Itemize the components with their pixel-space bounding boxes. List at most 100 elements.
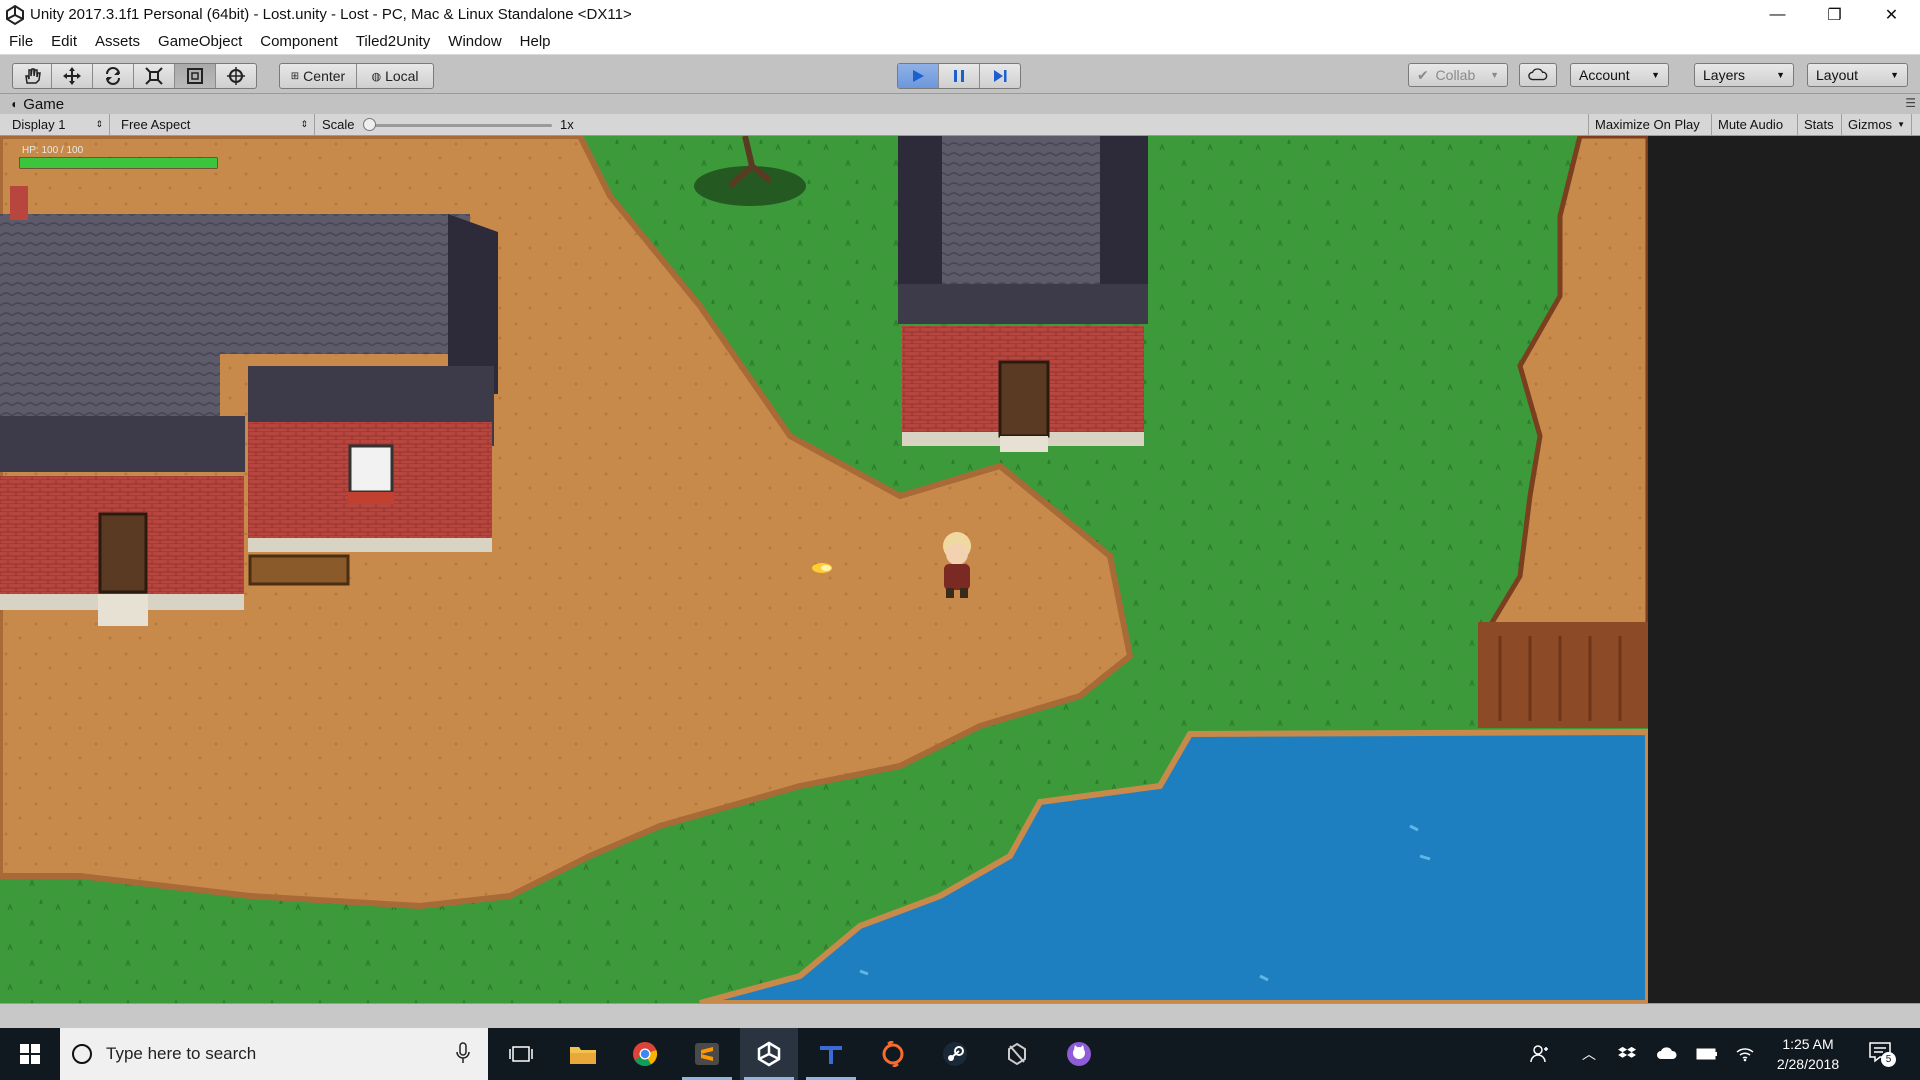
chrome-icon bbox=[633, 1042, 658, 1067]
menu-window[interactable]: Window bbox=[439, 33, 510, 50]
people-button[interactable] bbox=[1524, 1028, 1556, 1080]
taskbar-steam[interactable] bbox=[926, 1028, 984, 1080]
rotate-tool-button[interactable] bbox=[93, 64, 134, 88]
menu-help[interactable]: Help bbox=[511, 33, 560, 50]
layout-dropdown[interactable]: Layout ▼ bbox=[1807, 63, 1908, 87]
account-dropdown[interactable]: Account ▼ bbox=[1570, 63, 1669, 87]
step-icon bbox=[994, 70, 1007, 82]
origin-icon bbox=[882, 1041, 904, 1067]
display-dropdown[interactable]: Display 1 ⇕ bbox=[6, 114, 110, 135]
transform-tool-button[interactable] bbox=[216, 64, 256, 88]
scale-slider[interactable] bbox=[364, 124, 552, 127]
scale-slider-thumb[interactable] bbox=[363, 118, 376, 131]
battery-tray[interactable] bbox=[1692, 1028, 1722, 1080]
maximize-on-play-toggle[interactable]: Maximize On Play bbox=[1588, 114, 1712, 135]
cloud-icon bbox=[1528, 68, 1548, 81]
move-tool-icon bbox=[63, 67, 81, 85]
wifi-tray[interactable] bbox=[1730, 1028, 1760, 1080]
notification-count: 5 bbox=[1881, 1052, 1896, 1067]
pivot-center-button[interactable]: ⊞ Center bbox=[280, 64, 357, 88]
maximize-on-play-label: Maximize On Play bbox=[1595, 117, 1700, 132]
action-center-button[interactable]: 5 bbox=[1868, 1040, 1896, 1071]
dropbox-tray[interactable] bbox=[1612, 1028, 1642, 1080]
taskbar-clock[interactable]: 1:25 AM 2/28/2018 bbox=[1760, 1034, 1856, 1074]
rotate-tool-icon bbox=[106, 67, 120, 85]
menu-component[interactable]: Component bbox=[251, 33, 347, 50]
taskbar-unity[interactable] bbox=[740, 1028, 798, 1080]
player-character bbox=[943, 532, 971, 598]
start-button[interactable] bbox=[0, 1028, 60, 1080]
cortana-icon bbox=[72, 1044, 92, 1064]
search-placeholder: Type here to search bbox=[106, 1044, 257, 1063]
window-title: Unity 2017.3.1f1 Personal (64bit) - Lost… bbox=[30, 6, 632, 23]
scale-label: Scale bbox=[322, 117, 355, 132]
game-viewport[interactable]: HP: 100 / 100 bbox=[0, 136, 1648, 1003]
microphone-icon[interactable] bbox=[456, 1042, 470, 1064]
transform-tools bbox=[12, 63, 257, 89]
pivot-center-label: Center bbox=[303, 68, 346, 84]
close-button[interactable]: ✕ bbox=[1863, 0, 1920, 29]
caret-down-icon: ▼ bbox=[1776, 70, 1785, 80]
chevron-up-icon: ︿ bbox=[1582, 1046, 1596, 1062]
menu-file[interactable]: File bbox=[0, 33, 42, 50]
wifi-icon bbox=[1736, 1048, 1754, 1062]
rect-tool-icon bbox=[187, 68, 203, 84]
updown-icon: ⇕ bbox=[300, 119, 308, 129]
pivot-center-icon: ⊞ bbox=[290, 70, 300, 82]
play-button[interactable] bbox=[898, 64, 939, 88]
pause-button[interactable] bbox=[939, 64, 980, 88]
aspect-dropdown[interactable]: Free Aspect ⇕ bbox=[115, 114, 315, 135]
file-explorer-icon bbox=[570, 1047, 596, 1064]
account-label: Account bbox=[1579, 67, 1630, 83]
onedrive-tray[interactable] bbox=[1652, 1028, 1682, 1080]
taskbar-sublime-text[interactable] bbox=[678, 1028, 736, 1080]
cloud-sync-icon bbox=[1657, 1047, 1677, 1059]
step-button[interactable] bbox=[980, 64, 1020, 88]
menu-edit[interactable]: Edit bbox=[42, 33, 86, 50]
taskbar-chrome[interactable] bbox=[616, 1028, 674, 1080]
menu-assets[interactable]: Assets bbox=[86, 33, 149, 50]
unity-hub-icon bbox=[1008, 1042, 1026, 1066]
transform-tool-icon bbox=[227, 67, 245, 85]
gizmos-dropdown[interactable]: Gizmos ▼ bbox=[1842, 114, 1912, 135]
caret-down-icon: ▼ bbox=[1651, 70, 1660, 80]
layout-label: Layout bbox=[1816, 67, 1859, 83]
mute-audio-toggle[interactable]: Mute Audio bbox=[1712, 114, 1798, 135]
hp-text: HP: 100 / 100 bbox=[22, 145, 84, 156]
task-view-button[interactable] bbox=[492, 1028, 550, 1080]
taskbar-file-explorer[interactable] bbox=[554, 1028, 612, 1080]
play-icon bbox=[913, 70, 924, 82]
aspect-label: Free Aspect bbox=[121, 117, 191, 132]
show-hidden-icons-button[interactable]: ︿ bbox=[1574, 1028, 1604, 1080]
pivot-local-button[interactable]: ◍ Local bbox=[357, 64, 433, 88]
mute-audio-label: Mute Audio bbox=[1718, 117, 1784, 132]
scale-tool-button[interactable] bbox=[134, 64, 175, 88]
layers-dropdown[interactable]: Layers ▼ bbox=[1694, 63, 1794, 87]
stats-toggle[interactable]: Stats bbox=[1798, 114, 1842, 135]
taskbar-search[interactable]: Type here to search bbox=[60, 1028, 488, 1080]
taskbar-unity-hub[interactable] bbox=[988, 1028, 1046, 1080]
unity-logo-icon bbox=[6, 4, 24, 25]
rect-tool-button[interactable] bbox=[175, 64, 216, 88]
gizmos-label: Gizmos bbox=[1848, 117, 1893, 132]
cloud-button[interactable] bbox=[1519, 63, 1557, 87]
menu-tiled2unity[interactable]: Tiled2Unity bbox=[347, 33, 439, 50]
windows-logo-icon bbox=[20, 1044, 40, 1064]
people-icon bbox=[1530, 1045, 1548, 1063]
status-bar bbox=[0, 1003, 1920, 1029]
hand-tool-button[interactable] bbox=[13, 64, 52, 88]
minimize-button[interactable]: — bbox=[1749, 0, 1806, 29]
menu-gameobject[interactable]: GameObject bbox=[149, 33, 251, 50]
tab-game[interactable]: ◖ Game bbox=[0, 96, 64, 113]
hp-bar-fill bbox=[20, 158, 217, 168]
tab-menu-icon[interactable]: ☰ bbox=[1905, 96, 1916, 110]
collab-dropdown[interactable]: ✔ Collab ▼ bbox=[1408, 63, 1508, 87]
layers-label: Layers bbox=[1703, 67, 1746, 83]
updown-icon: ⇕ bbox=[95, 119, 103, 129]
maximize-button[interactable]: ❐ bbox=[1806, 0, 1863, 29]
taskbar-github[interactable] bbox=[1050, 1028, 1108, 1080]
taskbar-tiled[interactable] bbox=[802, 1028, 860, 1080]
fireball bbox=[812, 563, 832, 573]
taskbar-origin[interactable] bbox=[864, 1028, 922, 1080]
move-tool-button[interactable] bbox=[52, 64, 93, 88]
